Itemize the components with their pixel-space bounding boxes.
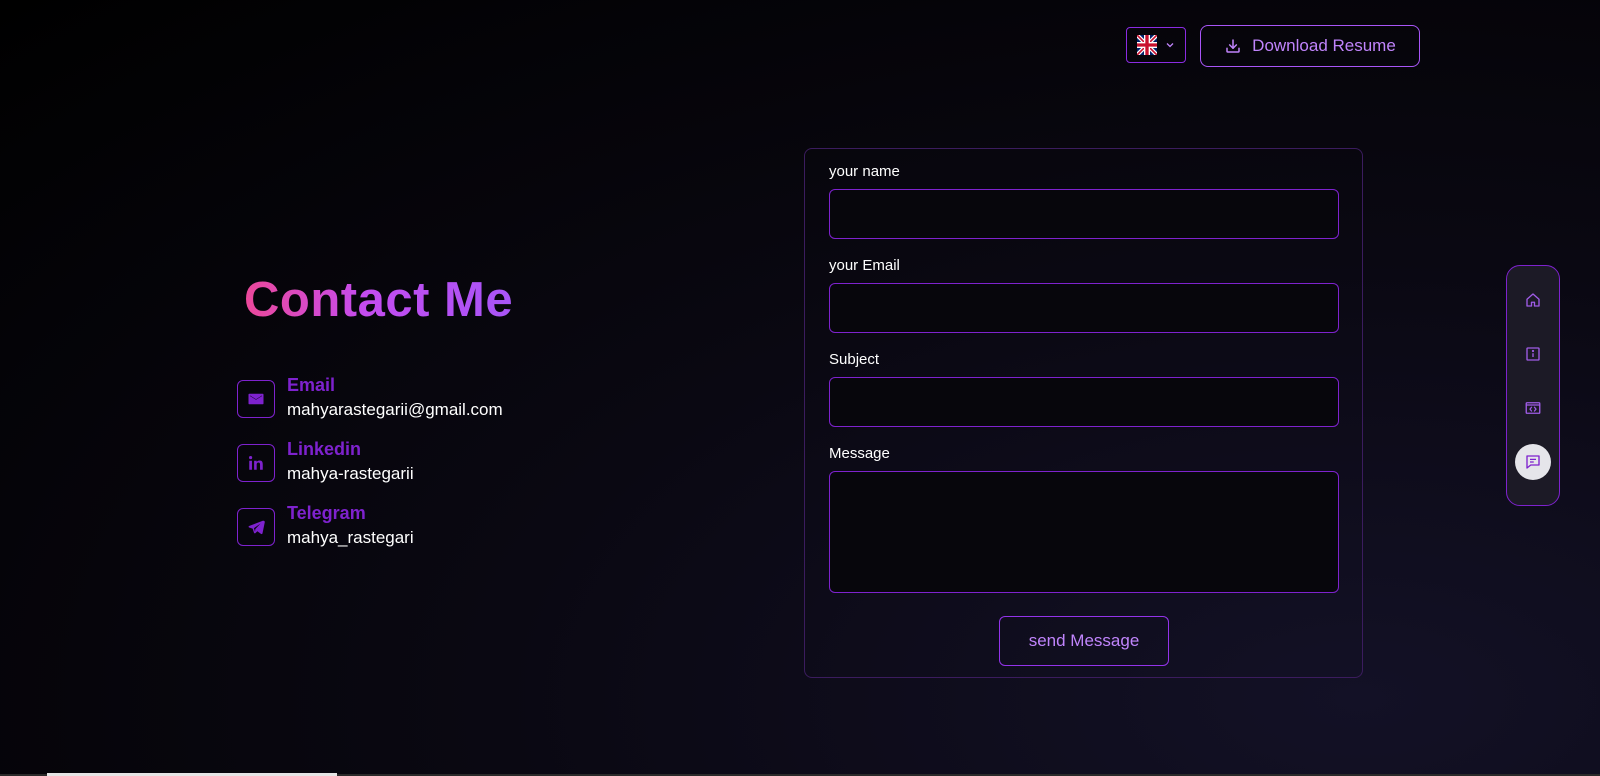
download-resume-button[interactable]: Download Resume: [1200, 25, 1420, 67]
telegram-icon[interactable]: [237, 508, 275, 546]
download-resume-label: Download Resume: [1252, 36, 1396, 55]
message-label: Message: [829, 445, 890, 462]
contact-page: Download Resume Contact Me Email mahyara…: [0, 0, 1600, 776]
page-title: Contact Me: [244, 273, 514, 327]
subject-label: Subject: [829, 351, 880, 368]
nav-about-button[interactable]: [1515, 336, 1551, 372]
linkedin-icon[interactable]: [237, 444, 275, 482]
contact-value[interactable]: mahya_rastegari: [287, 528, 414, 548]
nav-projects-button[interactable]: [1515, 390, 1551, 426]
subject-input[interactable]: [829, 377, 1339, 427]
email-input[interactable]: [829, 283, 1339, 333]
nav-home-button[interactable]: [1515, 282, 1551, 318]
home-icon: [1526, 293, 1540, 307]
contact-form: your name your Email Subject Message sen…: [804, 148, 1363, 678]
info-icon: [1526, 347, 1540, 361]
message-textarea[interactable]: [829, 471, 1339, 593]
name-label: your name: [829, 163, 900, 180]
contact-title: Email: [287, 375, 336, 395]
chevron-down-icon: [1166, 43, 1174, 48]
contact-value[interactable]: mahyarastegarii@gmail.com: [287, 400, 503, 420]
send-message-button[interactable]: send Message: [999, 616, 1169, 666]
contact-value[interactable]: mahya-rastegarii: [287, 464, 414, 484]
message-icon: [1526, 455, 1540, 469]
code-icon: [1525, 402, 1541, 414]
contact-title: Telegram: [287, 503, 366, 523]
side-navigation: [1506, 265, 1560, 506]
mail-icon[interactable]: [237, 380, 275, 418]
nav-contact-button[interactable]: [1515, 444, 1551, 480]
name-input[interactable]: [829, 189, 1339, 239]
email-label: your Email: [829, 257, 900, 274]
uk-flag-icon: [1137, 35, 1157, 55]
contact-title: Linkedin: [287, 439, 362, 459]
language-selector[interactable]: [1126, 27, 1186, 63]
download-icon: [1226, 39, 1240, 53]
